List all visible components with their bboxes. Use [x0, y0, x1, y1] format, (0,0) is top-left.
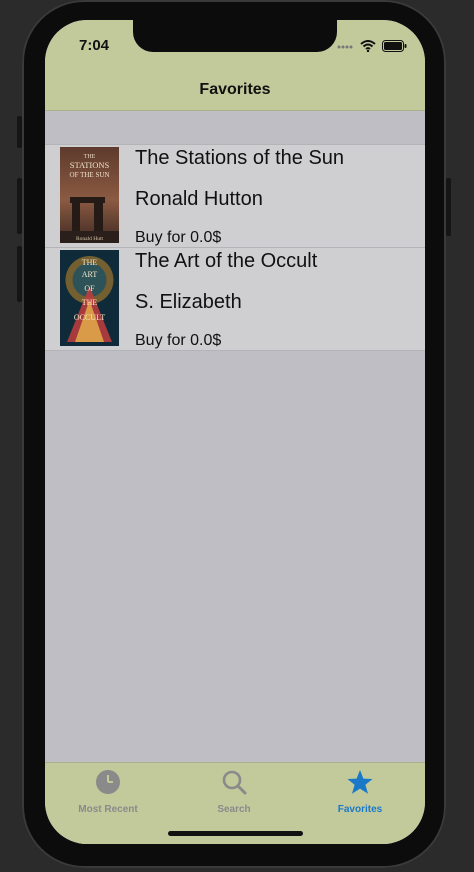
wifi-icon [360, 39, 376, 57]
book-price: Buy for 0.0$ [135, 332, 222, 349]
book-cover-stations-of-the-sun: THE STATIONS OF THE SUN Ronald Hutt [60, 147, 119, 243]
home-indicator[interactable] [168, 831, 303, 836]
book-author: S. Elizabeth [135, 291, 242, 313]
status-time: 7:04 [79, 37, 110, 54]
magnifier-icon [171, 769, 297, 800]
star-icon [297, 769, 423, 800]
tab-most-recent[interactable]: Most Recent [45, 769, 171, 815]
tab-favorites[interactable]: Favorites [297, 769, 423, 815]
book-price: Buy for 0.0$ [135, 229, 222, 246]
favorites-list: THE STATIONS OF THE SUN Ronald Hutt The … [45, 144, 425, 351]
clock-icon [45, 769, 171, 800]
tab-search[interactable]: Search [171, 769, 297, 815]
cover-text-line3: OF THE SUN [70, 171, 110, 179]
cover-text-occult: OCCULT [74, 313, 105, 322]
power-button [446, 178, 451, 236]
page-title: Favorites [199, 81, 271, 98]
book-row[interactable]: THE STATIONS OF THE SUN Ronald Hutt The … [45, 144, 425, 247]
book-title: The Art of the Occult [135, 250, 318, 272]
cover-text-the-2: THE [82, 298, 98, 307]
mute-switch [17, 116, 22, 148]
volume-up-button [17, 178, 22, 234]
cover-text-of: OF [84, 284, 95, 293]
book-row[interactable]: THE ART OF THE OCCULT The Art of the Occ… [45, 247, 425, 351]
tab-bar: Most Recent Search Favorites [45, 762, 425, 844]
cover-text-art: ART [82, 270, 98, 279]
book-title: The Stations of the Sun [135, 147, 345, 169]
tab-label-search: Search [217, 804, 251, 815]
book-cover-art-of-the-occult: THE ART OF THE OCCULT [60, 250, 119, 346]
cellular-signal-icon [337, 39, 354, 57]
app-screen: 7:04 Favorites THE STATIONS OF THE SUN R… [45, 20, 425, 844]
volume-down-button [17, 246, 22, 302]
book-author: Ronald Hutton [135, 188, 263, 210]
battery-icon [382, 39, 407, 57]
tab-label-most-recent: Most Recent [78, 804, 138, 815]
cover-author-text: Ronald Hutt [76, 236, 104, 242]
tab-label-favorites: Favorites [337, 804, 383, 815]
cover-text-the: THE [82, 258, 98, 267]
status-icons [337, 39, 407, 57]
cover-text-line2: STATIONS [70, 160, 110, 170]
navigation-bar: Favorites [45, 70, 425, 111]
device-notch [133, 20, 337, 52]
